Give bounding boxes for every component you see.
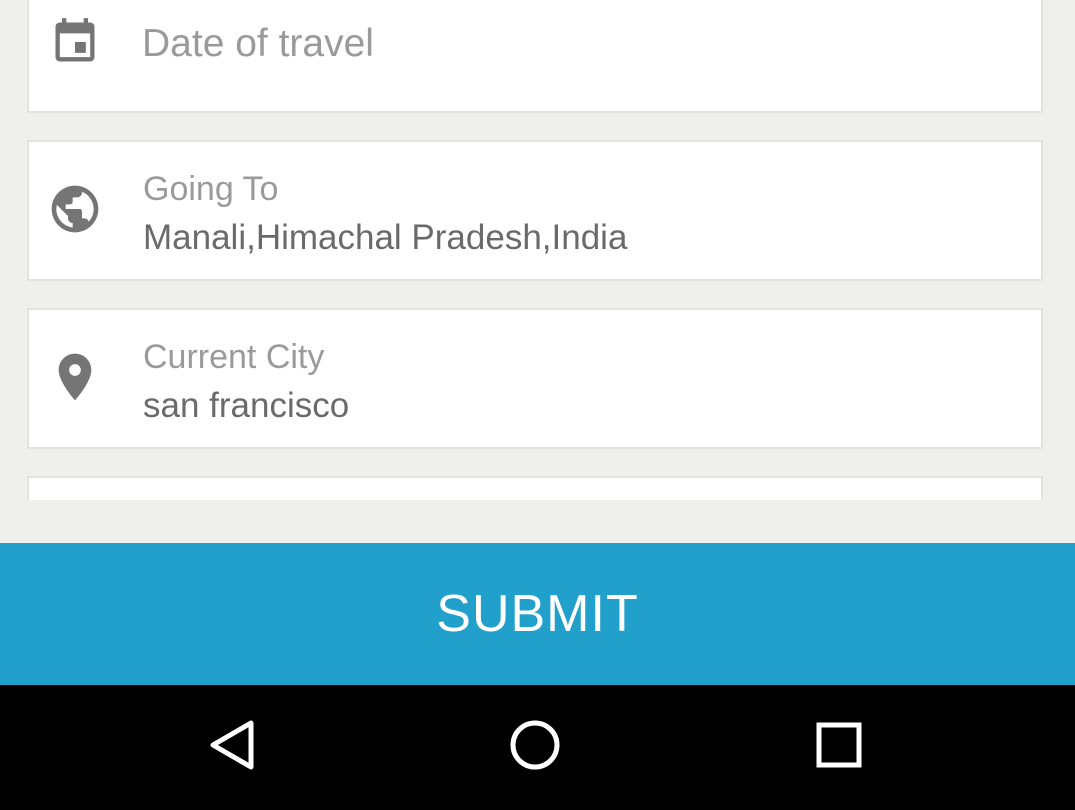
home-circle-icon bbox=[508, 718, 562, 777]
going-to-field[interactable]: Going To Manali,Himachal Pradesh,India bbox=[27, 140, 1043, 281]
going-to-label: Going To bbox=[143, 170, 279, 208]
recent-apps-button[interactable] bbox=[779, 685, 899, 810]
back-button[interactable] bbox=[172, 685, 292, 810]
home-button[interactable] bbox=[475, 685, 595, 810]
recent-apps-square-icon bbox=[815, 721, 863, 774]
going-to-value: Manali,Himachal Pradesh,India bbox=[143, 218, 628, 257]
current-city-value: san francisco bbox=[143, 386, 350, 425]
submit-button[interactable]: SUBMIT bbox=[0, 543, 1075, 685]
calendar-icon bbox=[47, 14, 103, 70]
date-of-travel-placeholder: Date of travel bbox=[142, 22, 374, 65]
system-navigation-bar bbox=[0, 685, 1075, 810]
globe-icon bbox=[47, 181, 103, 237]
current-city-label: Current City bbox=[143, 338, 325, 376]
back-triangle-icon bbox=[207, 719, 257, 776]
travel-form-screen: Date of travel Going To Manali,Himachal … bbox=[0, 0, 1075, 810]
current-city-field[interactable]: Current City san francisco bbox=[27, 308, 1043, 449]
location-pin-icon bbox=[47, 349, 103, 405]
next-field-partial[interactable] bbox=[27, 476, 1043, 500]
submit-label: SUBMIT bbox=[436, 585, 639, 643]
date-of-travel-field[interactable]: Date of travel bbox=[27, 0, 1043, 113]
